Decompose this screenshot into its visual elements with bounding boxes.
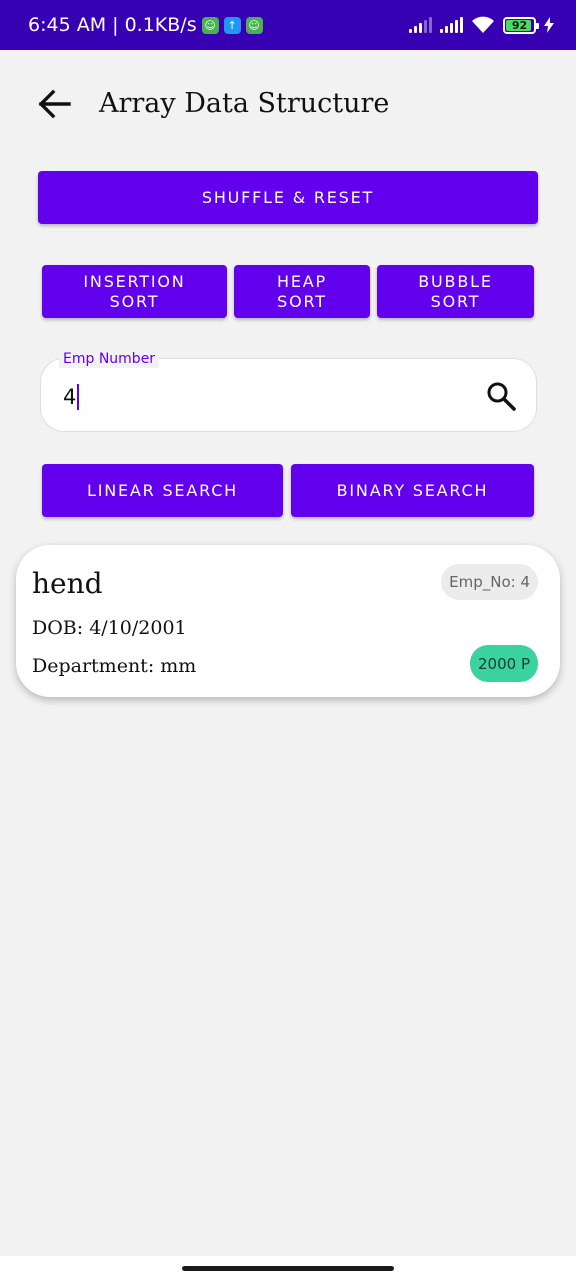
status-right: 92: [409, 16, 554, 34]
shuffle-reset-button[interactable]: SHUFFLE & RESET: [38, 171, 538, 224]
heap-sort-label-line2: SORT: [277, 291, 327, 311]
page-title: Array Data Structure: [99, 88, 390, 119]
battery-level: 92: [511, 18, 528, 32]
battery-icon: 92: [503, 16, 539, 34]
insertion-sort-label-line2: SORT: [109, 291, 160, 311]
status-left: 6:45 AM | 0.1KB/s ☺ ↑ ☺: [28, 14, 263, 36]
salary-chip: 2000 P: [470, 645, 538, 682]
employee-name: hend: [32, 567, 103, 600]
status-bar: 6:45 AM | 0.1KB/s ☺ ↑ ☺ 92: [0, 0, 576, 50]
insertion-sort-button[interactable]: INSERTION SORT: [42, 265, 227, 318]
heap-sort-label-line1: HEAP: [277, 271, 327, 291]
back-button[interactable]: [30, 80, 78, 128]
charging-icon: [544, 17, 554, 33]
cell-signal-icon: [409, 17, 432, 33]
cell-signal-icon: [440, 17, 463, 33]
bubble-sort-button[interactable]: BUBBLE SORT: [377, 265, 534, 318]
search-icon: [487, 382, 516, 411]
app-screen: 6:45 AM | 0.1KB/s ☺ ↑ ☺ 92 Array Data St…: [0, 0, 576, 1280]
upload-icon: ↑: [223, 16, 241, 34]
employee-dob: DOB: 4/10/2001: [32, 617, 187, 639]
shuffle-reset-label: SHUFFLE & RESET: [201, 187, 375, 207]
emp-number-value: 4: [63, 385, 77, 409]
employee-department: Department: mm: [32, 655, 197, 677]
status-time-speed: 6:45 AM | 0.1KB/s: [28, 14, 197, 36]
home-indicator[interactable]: [182, 1266, 394, 1271]
emp-number-field[interactable]: Emp Number 4: [40, 350, 537, 432]
android-icon: ☺: [245, 16, 263, 34]
binary-search-button[interactable]: BINARY SEARCH: [291, 464, 534, 517]
bubble-sort-label-line2: SORT: [430, 291, 481, 311]
search-button[interactable]: [486, 381, 516, 411]
wifi-icon: [472, 16, 494, 33]
arrow-back-icon: [38, 89, 71, 119]
heap-sort-button[interactable]: HEAP SORT: [234, 265, 370, 318]
emp-number-input[interactable]: 4: [63, 384, 80, 410]
linear-search-button[interactable]: LINEAR SEARCH: [42, 464, 283, 517]
navigation-bar: [0, 1256, 576, 1280]
binary-search-label: BINARY SEARCH: [336, 480, 489, 500]
emp-number-label: Emp Number: [59, 350, 160, 368]
android-icon: ☺: [201, 16, 219, 34]
bubble-sort-label-line1: BUBBLE: [418, 271, 493, 291]
text-cursor: [77, 384, 80, 410]
employee-card[interactable]: hend DOB: 4/10/2001 Department: mm Emp_N…: [16, 545, 560, 697]
insertion-sort-label-line1: INSERTION: [83, 271, 186, 291]
linear-search-label: LINEAR SEARCH: [87, 480, 238, 500]
emp-no-chip: Emp_No: 4: [441, 564, 538, 600]
